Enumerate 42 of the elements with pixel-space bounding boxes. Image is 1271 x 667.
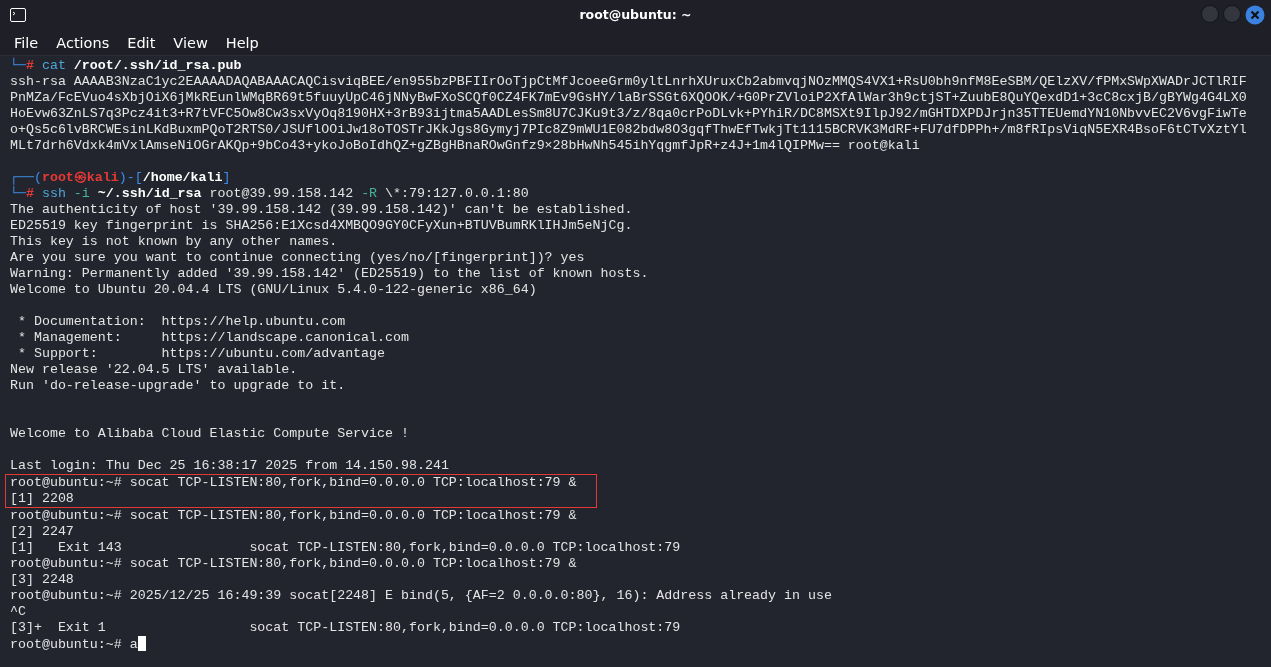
terminal-line: PnMZa/FcEVuo4sXbjOiX6jMkREunlWMqBR69t5fuuyUpC46jNNyBwFXoSCQf0CZ4FK7mEv9GsHY/laBrSSGt6XQOOK/+G0PrZVloiP2XfAlWar3h9ctjST+ZuubE8QuYQexdD1+3cC8cxjB/gBYWg4G4LX0 bbox=[10, 90, 1248, 106]
menu-item[interactable]: File bbox=[14, 31, 47, 54]
terminal-line: [1] Exit 143 socat TCP-LISTEN:80,fork,bind=0.0.0.0 TCP:localhost:79 bbox=[10, 540, 682, 556]
terminal-line: root@ubuntu:~# socat TCP-LISTEN:80,fork,bind=0.0.0.0 TCP:localhost:79 & bbox=[10, 475, 578, 491]
terminal-line: o+Qs5c6lvBRCWEsinLKdBuxmPQoT2RTS0/JSUflOOiJw18oTOSTrJKkJgs8Gymyj7PIc8Z9mWU1E082bdw8O3gqfThwEfTwkjTt1115BCRVK3MdRF+FU7dfDPPh+/m8fRIpsViqN5EXR4BsoF6tCTvXztYl bbox=[10, 122, 1248, 138]
maximize-button[interactable] bbox=[1223, 5, 1241, 23]
menu-item[interactable]: Actions bbox=[56, 31, 118, 54]
terminal-line: * Documentation: https://help.ubuntu.com bbox=[16, 314, 347, 330]
terminal-line: Are you sure you want to continue connecting (yes/no/[fingerprint])? yes bbox=[10, 250, 586, 266]
window-title: root@ubuntu: ~ bbox=[579, 5, 692, 24]
terminal-line: └─# ssh -i ~/.ssh/id_rsa root@39.99.158.142 -R \*:79:127.0.0.1:80 bbox=[10, 186, 530, 202]
terminal-line: ^C bbox=[10, 604, 27, 620]
terminal-line: root@ubuntu:~# socat TCP-LISTEN:80,fork,bind=0.0.0.0 TCP:localhost:79 & bbox=[10, 556, 578, 572]
terminal-line: root@ubuntu:~# 2025/12/25 16:49:39 socat[2248] E bind(5, {AF=2 0.0.0.0:80}, 16): Address already in use bbox=[10, 588, 833, 604]
terminal-line: root@ubuntu:~# a bbox=[10, 637, 138, 652]
terminal-line: Last login: Thu Dec 25 16:38:17 2025 from 14.150.98.241 bbox=[10, 458, 450, 474]
close-button[interactable] bbox=[1245, 5, 1265, 25]
terminal-line: Welcome to Ubuntu 20.04.4 LTS (GNU/Linux 5.4.0-122-generic x86_64) bbox=[10, 282, 538, 298]
terminal-line: The authenticity of host '39.99.158.142 (39.99.158.142)' can't be established. bbox=[10, 202, 634, 218]
terminal-line: ssh-rsa AAAAB3NzaC1yc2EAAAADAQABAAACAQCisviqBEE/en955bzPBFIIrOoTjpCtMfJcoeeGrm0yltLnrhXUruxCb2abmvqjNOzMMQS4VX1+RsU0bh9nfM8EeSBM/QElzXV/fPMxSWpXWADrJCTlRIF bbox=[10, 74, 1248, 90]
terminal-line: * Management: https://landscape.canonical.com bbox=[16, 330, 410, 346]
terminal-line: HoEvw63ZnLS7q3Pcz4it3+R7tVFC5Ow8Cw3sxVyOq8190HX+3rB93ijtma5AADLesSm8U7CJKu9t3/z/8qa0crPoDLvk+PYhiR/DC8MSXt9IlpJ92/mGHTDXPDJrjn35TTEUemdYN10NbvvEC2V6vgFiwTe bbox=[10, 106, 1248, 122]
terminal-line: * Support: https://ubuntu.com/advantage bbox=[16, 346, 387, 362]
terminal-line: [1] 2208 bbox=[10, 491, 75, 507]
terminal-line: ┌──(root㉿kali)-[/home/kali] bbox=[10, 170, 232, 186]
terminal-line: New release '22.04.5 LTS' available. bbox=[10, 362, 299, 378]
terminal-line: MLt7drh6Vdxk4mVxlAmseNiOGrAKQp+9bCo43+ykoJoBoIdhQZ+gZBgHBnaROwGnfz9×28bHwNh545ihYqgmfJpR+z4J+1m4lQIPMw== root@kali bbox=[10, 138, 921, 154]
terminal-line: [3] 2248 bbox=[10, 572, 75, 588]
terminal-icon bbox=[10, 8, 26, 22]
menu-item[interactable]: Edit bbox=[127, 31, 164, 54]
menu-item[interactable]: Help bbox=[225, 31, 267, 54]
terminal-line: Welcome to Alibaba Cloud Elastic Compute Service ! bbox=[10, 426, 410, 442]
minimize-button[interactable] bbox=[1201, 5, 1219, 23]
terminal-line: ED25519 key fingerprint is SHA256:E1Xcsd4XMBQO9GY0CFyXun+BTUVBumRKlIHJm5eNjCg. bbox=[10, 218, 634, 234]
terminal-line: Run 'do-release-upgrade' to upgrade to it. bbox=[10, 378, 347, 394]
terminal-line: └─# cat /root/.ssh/id_rsa.pub bbox=[10, 58, 243, 74]
terminal-line: root@ubuntu:~# socat TCP-LISTEN:80,fork,bind=0.0.0.0 TCP:localhost:79 & bbox=[10, 508, 578, 524]
terminal-line: [3]+ Exit 1 socat TCP-LISTEN:80,fork,bind=0.0.0.0 TCP:localhost:79 bbox=[10, 620, 682, 636]
menu-item[interactable]: View bbox=[173, 31, 216, 54]
terminal-line: Warning: Permanently added '39.99.158.142' (ED25519) to the list of known hosts. bbox=[10, 266, 650, 282]
terminal-line: [2] 2247 bbox=[10, 524, 75, 540]
terminal-line: This key is not known by any other names. bbox=[10, 234, 339, 250]
